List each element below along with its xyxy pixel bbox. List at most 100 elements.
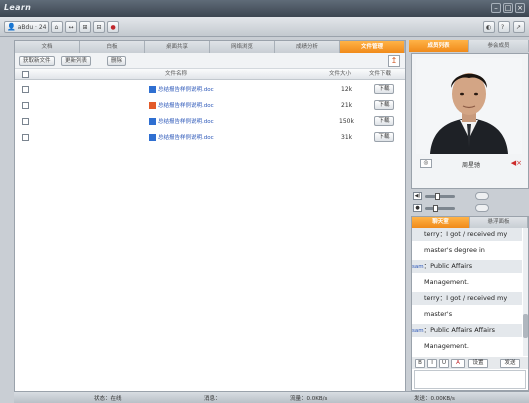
speaker-name: 周星驰	[462, 162, 481, 169]
italic-button[interactable]: I	[427, 359, 437, 368]
status-send-rate: 发送：0.00KB/s	[414, 396, 455, 402]
file-manager-panel: 文档 白板 桌面共享 网络浏览 成绩分析 文件管理 获取新文件 更新列表 删除 …	[14, 40, 406, 395]
help-button[interactable]: ?	[498, 21, 510, 33]
download-button[interactable]: 下载	[374, 84, 394, 94]
doc-file-icon	[149, 86, 156, 93]
status-online: 状态：在线	[94, 396, 122, 402]
column-download: 文件下载	[369, 71, 392, 77]
file-actions: 获取新文件 更新列表 删除 ↥	[15, 53, 405, 69]
file-size: 21k	[341, 102, 353, 109]
delete-button[interactable]: 删除	[107, 56, 127, 66]
mute-icon[interactable]: ◀×	[511, 159, 522, 167]
row-checkbox[interactable]	[22, 118, 29, 125]
table-row[interactable]: 总结报告样例说明.doc 21k 下载	[15, 98, 405, 114]
doc-file-icon	[149, 102, 156, 109]
layout-button-2[interactable]: ⊟	[93, 21, 106, 33]
download-button[interactable]: 下载	[374, 100, 394, 110]
upload-icon[interactable]: ↥	[388, 55, 400, 67]
status-message: 消息：	[204, 396, 221, 402]
table-header: 文件名称 文件大小 文件下载	[15, 69, 405, 80]
home-button[interactable]: ⌂	[51, 21, 64, 33]
mic-icon[interactable]: ●	[413, 204, 422, 212]
file-name-cell[interactable]: 总结报告样例说明.doc	[149, 116, 214, 128]
chat-sender: sam	[412, 264, 424, 270]
file-size: 31k	[341, 134, 353, 141]
user-button[interactable]: 👤 aBdu · 24	[4, 21, 50, 33]
speaker-portrait	[416, 58, 522, 154]
mic-toggle[interactable]	[475, 204, 489, 212]
close-button[interactable]: ×	[515, 3, 525, 13]
chat-messages: terry：I got / received my master's degree…	[412, 228, 522, 356]
chat-line: terry：I got / received my	[412, 228, 522, 241]
chat-sender: sam	[412, 328, 424, 334]
minimize-button[interactable]: –	[491, 3, 501, 13]
theme-button[interactable]: ◐	[483, 21, 495, 33]
send-button[interactable]: 发送	[500, 359, 520, 368]
get-files-button[interactable]: 获取新文件	[19, 56, 55, 66]
tab-whiteboard[interactable]: 白板	[80, 41, 145, 53]
refresh-list-button[interactable]: 更新列表	[61, 56, 92, 66]
tab-web-browse[interactable]: 网络浏览	[210, 41, 275, 53]
mic-slider-knob[interactable]	[432, 205, 438, 212]
chat-line: sam：Public Affairs	[412, 260, 522, 273]
right-panel: 成员列表 参会成员 ◎ 周星驰 ◀× ◀) ● 聊天室 悬浮面板 terry：I…	[409, 40, 529, 391]
chat-scrollbar[interactable]	[523, 228, 528, 356]
chat-scroll-thumb[interactable]	[523, 314, 528, 338]
underline-button[interactable]: U	[439, 359, 449, 368]
row-checkbox[interactable]	[22, 86, 29, 93]
chat-text: Management.	[424, 278, 469, 286]
download-button[interactable]: 下载	[374, 132, 394, 142]
file-name: 总结报告样例说明.doc	[158, 103, 214, 109]
maximize-button[interactable]: □	[503, 3, 513, 13]
layout-button-1[interactable]: ⊞	[79, 21, 92, 33]
tab-chat-room[interactable]: 聊天室	[412, 217, 470, 228]
volume-toggle[interactable]	[475, 192, 489, 200]
swap-button[interactable]: ↔	[65, 21, 78, 33]
member-tabs: 成员列表 参会成员	[409, 40, 529, 52]
chat-line: Management.	[412, 340, 522, 353]
file-name: 总结报告样例说明.doc	[158, 87, 214, 93]
tab-file-manager[interactable]: 文件管理	[340, 41, 405, 53]
mic-slider[interactable]	[425, 205, 455, 212]
select-all-checkbox[interactable]	[22, 71, 29, 78]
status-bar: 状态：在线 消息： 流量：0.0KB/s 发送：0.00KB/s	[14, 391, 529, 403]
chat-text: Public Affairs Affairs	[430, 326, 496, 334]
row-checkbox[interactable]	[22, 102, 29, 109]
file-name-cell[interactable]: 总结报告样例说明.doc	[149, 84, 214, 96]
app-window: Learn – □ × 👤 aBdu · 24 ⌂ ↔ ⊞ ⊟ ● ◐ ? ↗	[0, 0, 529, 403]
tab-desktop-share[interactable]: 桌面共享	[145, 41, 210, 53]
file-name-cell[interactable]: 总结报告样例说明.doc	[149, 100, 214, 112]
table-row[interactable]: 总结报告样例说明.doc 12k 下载	[15, 82, 405, 98]
bold-button[interactable]: B	[415, 359, 425, 368]
settings-button[interactable]: 设置	[468, 359, 488, 368]
popout-button[interactable]: ↗	[513, 21, 525, 33]
camera-icon[interactable]: ◎	[420, 159, 432, 168]
tab-document[interactable]: 文档	[15, 41, 80, 53]
chat-line: terry：I got / received my	[412, 292, 522, 305]
tab-floating-panel[interactable]: 悬浮面板	[470, 217, 528, 228]
row-checkbox[interactable]	[22, 134, 29, 141]
chat-input[interactable]	[414, 370, 526, 389]
volume-slider-knob[interactable]	[435, 193, 440, 200]
title-bar: Learn – □ ×	[0, 0, 529, 17]
module-tabs: 文档 白板 桌面共享 网络浏览 成绩分析 文件管理	[15, 41, 405, 53]
record-button[interactable]: ●	[107, 21, 120, 33]
window-controls: – □ ×	[491, 3, 525, 13]
speaker-icon[interactable]: ◀)	[413, 192, 422, 200]
table-row[interactable]: 总结报告样例说明.doc 150k 下载	[15, 114, 405, 130]
font-color-button[interactable]: A	[451, 359, 465, 368]
table-row[interactable]: 总结报告样例说明.doc 31k 下载	[15, 130, 405, 146]
volume-slider[interactable]	[425, 193, 455, 200]
tab-member-list[interactable]: 成员列表	[409, 40, 469, 52]
mic-control: ●	[411, 202, 529, 215]
file-name-cell[interactable]: 总结报告样例说明.doc	[149, 132, 214, 144]
video-controls: ◎ 周星驰 ◀×	[412, 157, 528, 171]
doc-file-icon	[149, 134, 156, 141]
chat-text: master's	[424, 310, 453, 318]
record-icon: ●	[110, 23, 116, 31]
download-button[interactable]: 下载	[374, 116, 394, 126]
tab-attendees[interactable]: 参会成员	[469, 40, 529, 52]
tab-score-analysis[interactable]: 成绩分析	[275, 41, 340, 53]
app-title: Learn	[4, 3, 32, 12]
format-toolbar: B I U A 设置 发送	[412, 357, 528, 369]
